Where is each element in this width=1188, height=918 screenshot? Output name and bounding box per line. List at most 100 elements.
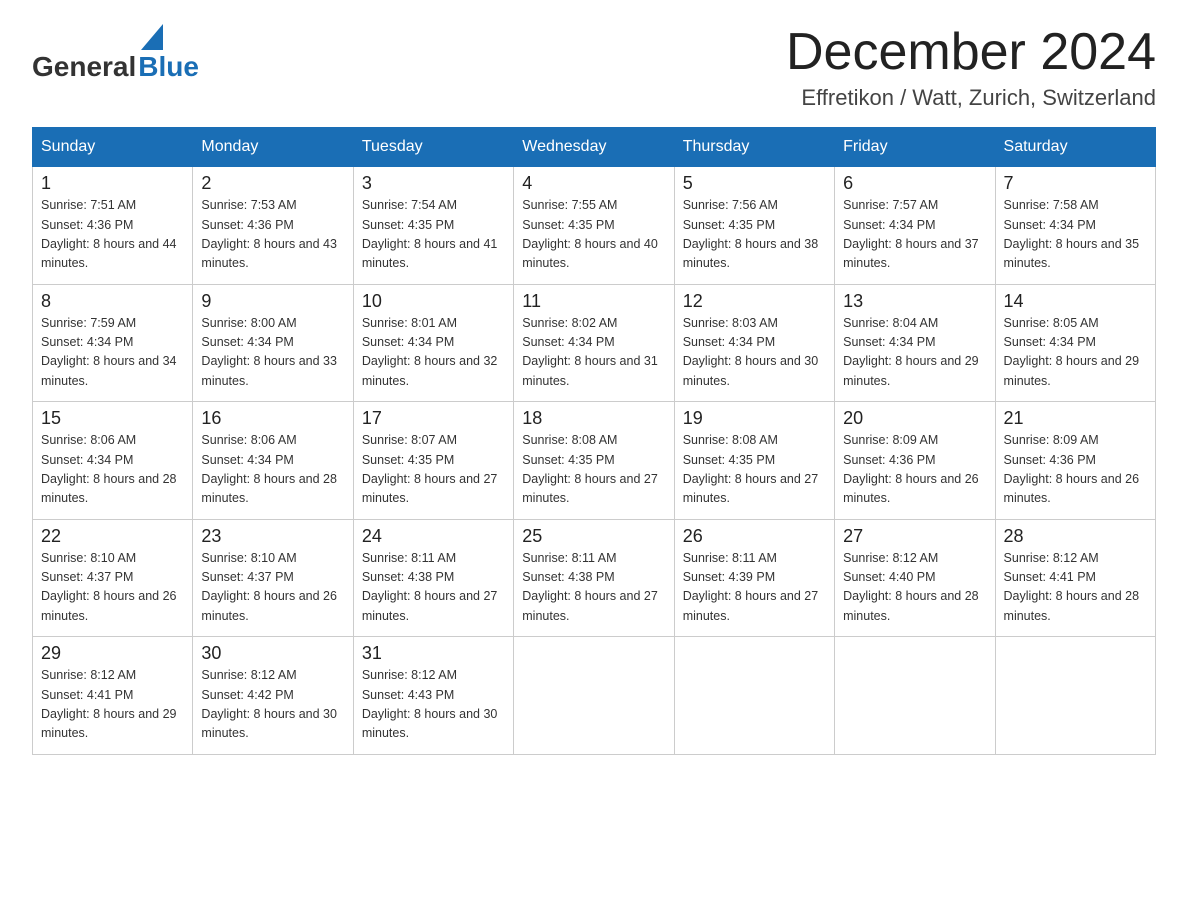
daylight-text: Daylight: 8 hours and 38 minutes. [683,237,819,270]
sunrise-text: Sunrise: 8:12 AM [201,668,296,682]
sunset-text: Sunset: 4:34 PM [683,335,775,349]
sunrise-text: Sunrise: 8:09 AM [1004,433,1099,447]
calendar-cell [674,637,834,755]
calendar-cell: 12Sunrise: 8:03 AMSunset: 4:34 PMDayligh… [674,284,834,402]
day-info: Sunrise: 7:59 AM Sunset: 4:34 PM Daylight:… [41,314,184,392]
calendar-cell: 2Sunrise: 7:53 AMSunset: 4:36 PMDaylight… [193,167,353,285]
calendar-week-row: 15Sunrise: 8:06 AMSunset: 4:34 PMDayligh… [33,402,1156,520]
calendar-cell: 4Sunrise: 7:55 AMSunset: 4:35 PMDaylight… [514,167,674,285]
day-number: 15 [41,408,184,429]
logo-general-text: General [32,51,136,83]
sunset-text: Sunset: 4:34 PM [1004,335,1096,349]
day-info: Sunrise: 7:56 AMSunset: 4:35 PMDaylight:… [683,196,826,274]
calendar-cell: 28Sunrise: 8:12 AMSunset: 4:41 PMDayligh… [995,519,1155,637]
sunset-text: Sunset: 4:38 PM [362,570,454,584]
col-wednesday: Wednesday [514,128,674,167]
day-info: Sunrise: 8:12 AMSunset: 4:41 PMDaylight:… [1004,549,1147,627]
sunrise-text: Sunrise: 7:53 AM [201,198,296,212]
day-info: Sunrise: 8:06 AMSunset: 4:34 PMDaylight:… [41,431,184,509]
day-number: 14 [1004,291,1147,312]
day-number: 25 [522,526,665,547]
sunrise-text: Sunrise: 8:11 AM [362,551,456,565]
calendar-cell: 5Sunrise: 7:56 AMSunset: 4:35 PMDaylight… [674,167,834,285]
day-info: Sunrise: 7:57 AMSunset: 4:34 PMDaylight:… [843,196,986,274]
daylight-text: Daylight: 8 hours and 26 minutes. [1004,472,1140,505]
day-number: 1 [41,173,184,194]
sunset-text: Sunset: 4:34 PM [201,453,293,467]
sunset-text: Sunset: 4:36 PM [843,453,935,467]
day-info: Sunrise: 8:09 AMSunset: 4:36 PMDaylight:… [843,431,986,509]
sunset-text: Sunset: 4:34 PM [843,218,935,232]
calendar-cell: 17Sunrise: 8:07 AMSunset: 4:35 PMDayligh… [353,402,513,520]
daylight-text: Daylight: 8 hours and 30 minutes. [362,707,498,740]
sunset-text: Sunset: 4:35 PM [362,218,454,232]
sunset-text: Sunset: 4:35 PM [362,453,454,467]
daylight-text: Daylight: 8 hours and 28 minutes. [201,472,337,505]
sunrise-text: Sunrise: 7:59 AM [41,316,136,330]
day-number: 20 [843,408,986,429]
calendar-cell: 13Sunrise: 8:04 AMSunset: 4:34 PMDayligh… [835,284,995,402]
sunrise-text: Sunrise: 8:12 AM [362,668,457,682]
day-info: Sunrise: 7:54 AMSunset: 4:35 PMDaylight:… [362,196,505,274]
calendar-cell: 24Sunrise: 8:11 AMSunset: 4:38 PMDayligh… [353,519,513,637]
sunset-text: Sunset: 4:37 PM [41,570,133,584]
daylight-text: Daylight: 8 hours and 34 minutes. [41,354,177,387]
daylight-text: Daylight: 8 hours and 30 minutes. [683,354,819,387]
sunrise-text: Sunrise: 7:54 AM [362,198,457,212]
calendar-cell: 1Sunrise: 7:51 AMSunset: 4:36 PMDaylight… [33,167,193,285]
col-friday: Friday [835,128,995,167]
sunrise-text: Sunrise: 7:51 AM [41,198,136,212]
sunrise-text: Sunrise: 8:05 AM [1004,316,1099,330]
sunset-text: Sunset: 4:36 PM [1004,453,1096,467]
col-sunday: Sunday [33,128,193,167]
day-info: Sunrise: 8:08 AMSunset: 4:35 PMDaylight:… [522,431,665,509]
sunset-text: Sunset: 4:39 PM [683,570,775,584]
calendar-cell: 16Sunrise: 8:06 AMSunset: 4:34 PMDayligh… [193,402,353,520]
sunrise-text: Sunrise: 8:11 AM [683,551,777,565]
daylight-text: Daylight: 8 hours and 28 minutes. [41,472,177,505]
calendar-cell: 14Sunrise: 8:05 AMSunset: 4:34 PMDayligh… [995,284,1155,402]
day-number: 18 [522,408,665,429]
daylight-text: Daylight: 8 hours and 33 minutes. [201,354,337,387]
calendar-cell: 11Sunrise: 8:02 AMSunset: 4:34 PMDayligh… [514,284,674,402]
calendar-header-row: Sunday Monday Tuesday Wednesday Thursday… [33,128,1156,167]
day-number: 24 [362,526,505,547]
calendar-cell: 10Sunrise: 8:01 AMSunset: 4:34 PMDayligh… [353,284,513,402]
daylight-text: Daylight: 8 hours and 29 minutes. [843,354,979,387]
sunset-text: Sunset: 4:36 PM [201,218,293,232]
day-info: Sunrise: 8:10 AMSunset: 4:37 PMDaylight:… [201,549,344,627]
day-number: 11 [522,291,665,312]
day-info: Sunrise: 8:04 AMSunset: 4:34 PMDaylight:… [843,314,986,392]
day-number: 9 [201,291,344,312]
sunrise-text: Sunrise: 8:12 AM [41,668,136,682]
sunrise-text: Sunrise: 7:56 AM [683,198,778,212]
calendar-subtitle: Effretikon / Watt, Zurich, Switzerland [786,85,1156,111]
calendar-cell: 25Sunrise: 8:11 AMSunset: 4:38 PMDayligh… [514,519,674,637]
calendar-cell: 7Sunrise: 7:58 AMSunset: 4:34 PMDaylight… [995,167,1155,285]
daylight-text: Daylight: 8 hours and 27 minutes. [362,472,498,505]
sunrise-text: Sunrise: 8:02 AM [522,316,617,330]
day-number: 4 [522,173,665,194]
calendar-cell: 6Sunrise: 7:57 AMSunset: 4:34 PMDaylight… [835,167,995,285]
day-info: Sunrise: 8:03 AMSunset: 4:34 PMDaylight:… [683,314,826,392]
logo: General Blue [32,24,199,83]
sunset-text: Sunset: 4:34 PM [843,335,935,349]
daylight-text: Daylight: 8 hours and 27 minutes. [522,472,658,505]
day-info: Sunrise: 8:11 AMSunset: 4:38 PMDaylight:… [522,549,665,627]
calendar-cell [514,637,674,755]
daylight-text: Daylight: 8 hours and 27 minutes. [683,472,819,505]
calendar-cell: 31Sunrise: 8:12 AMSunset: 4:43 PMDayligh… [353,637,513,755]
daylight-text: Daylight: 8 hours and 26 minutes. [843,472,979,505]
daylight-text: Daylight: 8 hours and 27 minutes. [522,589,658,622]
sunrise-text: Sunrise: 8:06 AM [201,433,296,447]
sunset-text: Sunset: 4:34 PM [41,453,133,467]
day-number: 29 [41,643,184,664]
col-saturday: Saturday [995,128,1155,167]
col-monday: Monday [193,128,353,167]
sunset-text: Sunset: 4:34 PM [41,335,133,349]
calendar-cell: 23Sunrise: 8:10 AMSunset: 4:37 PMDayligh… [193,519,353,637]
calendar-week-row: 22Sunrise: 8:10 AMSunset: 4:37 PMDayligh… [33,519,1156,637]
day-info: Sunrise: 8:11 AMSunset: 4:39 PMDaylight:… [683,549,826,627]
sunset-text: Sunset: 4:41 PM [1004,570,1096,584]
day-number: 5 [683,173,826,194]
